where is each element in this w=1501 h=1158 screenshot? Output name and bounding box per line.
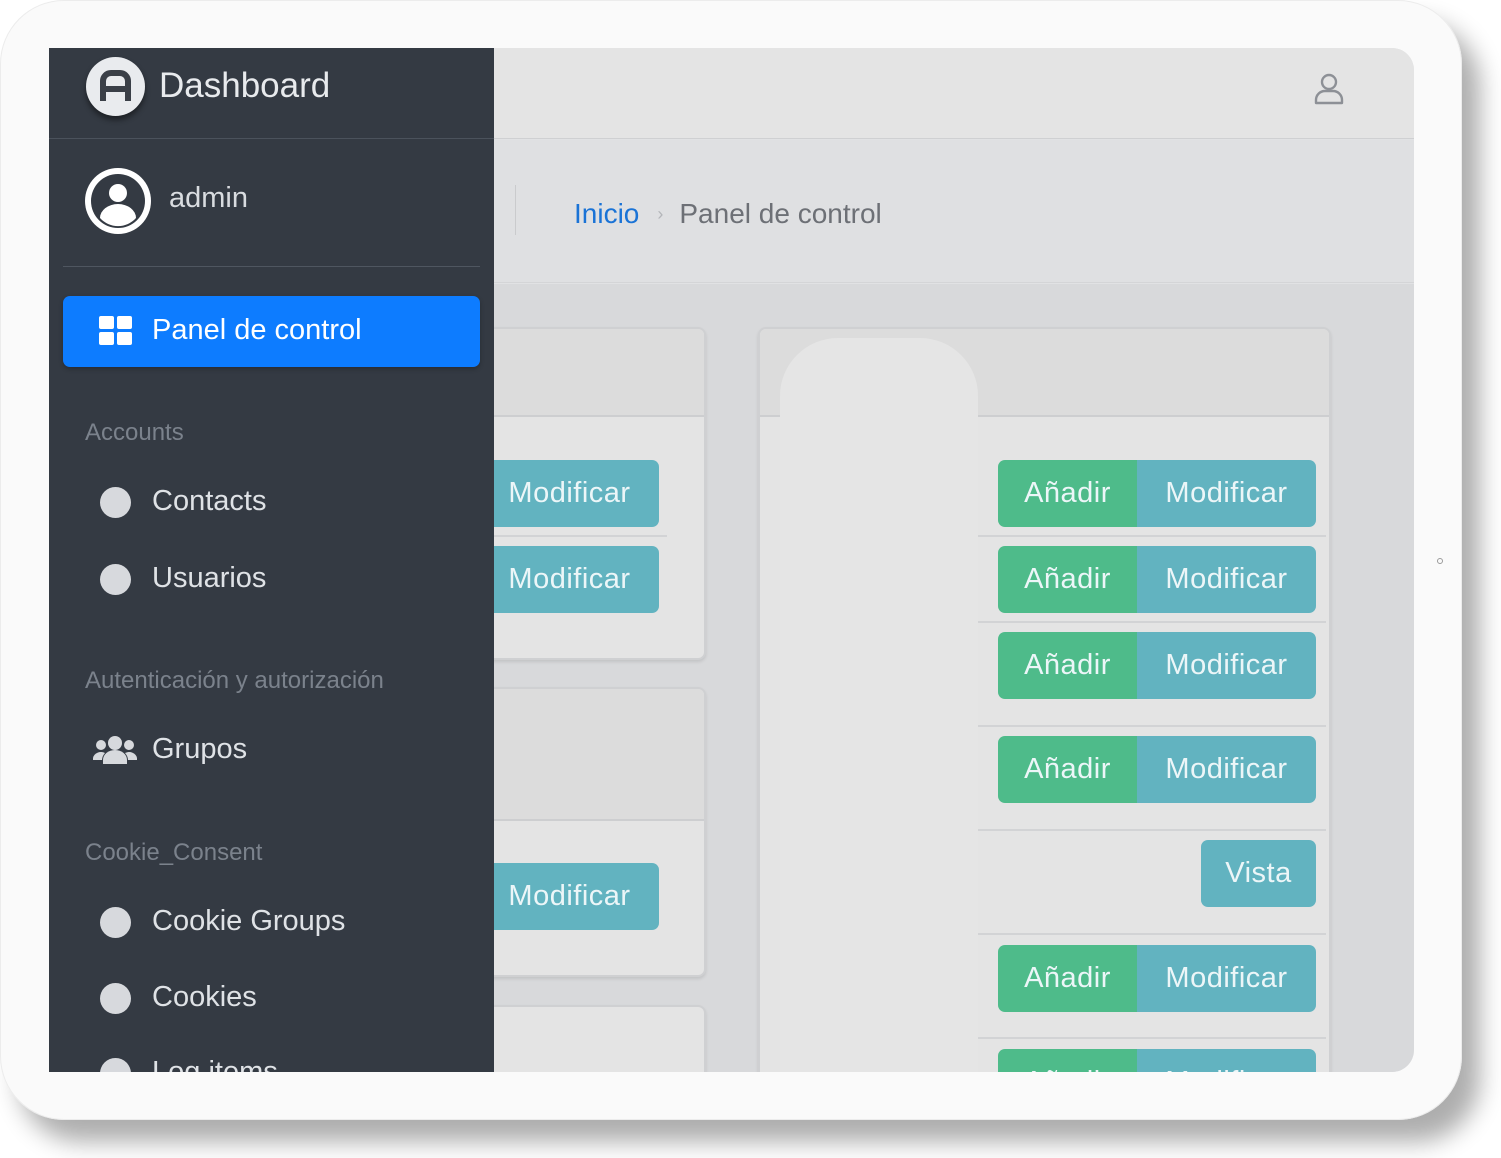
circle-icon [100, 983, 131, 1014]
modify-button[interactable]: Modificar [480, 460, 659, 527]
sidebar-item-label: Contacts [152, 485, 267, 517]
add-button[interactable]: Añadir [998, 1049, 1137, 1072]
app-screen: Inicio › Panel de control Modificar Modi… [49, 48, 1414, 1072]
table-row-divider [489, 535, 667, 537]
sidebar-item-log-items[interactable]: Log items [63, 1044, 480, 1072]
overlay-highlight [780, 338, 978, 1072]
table-row-divider [978, 1037, 1326, 1039]
breadcrumb-current: Panel de control [679, 198, 882, 229]
card-header [471, 689, 704, 821]
header-divider [515, 185, 516, 235]
modify-button[interactable]: Modificar [1137, 1049, 1316, 1072]
modify-button[interactable]: Modificar [1137, 546, 1316, 613]
sidebar-item-label: Usuarios [152, 562, 267, 594]
modify-button[interactable]: Modificar [1137, 460, 1316, 527]
circle-icon [100, 907, 131, 938]
brand-link[interactable]: Dashboard [49, 48, 494, 139]
nav-header-cookie-consent: Cookie_Consent [85, 839, 263, 866]
nav-header-accounts: Accounts [85, 419, 184, 446]
breadcrumb: Inicio › Panel de control [574, 198, 882, 230]
sidebar-item-grupos[interactable]: Grupos [63, 721, 480, 781]
table-row-divider [978, 933, 1326, 935]
table-row-divider [978, 725, 1326, 727]
user-avatar-icon [85, 168, 151, 234]
circle-icon [100, 564, 131, 595]
nav-header-auth: Autenticación y autorización [85, 667, 384, 694]
circle-icon [100, 1058, 131, 1072]
device-sensor-dot [1437, 558, 1443, 564]
modify-button[interactable]: Modificar [1137, 736, 1316, 803]
sidebar-item-label: Log items [152, 1056, 278, 1072]
modify-button[interactable]: Modificar [1137, 945, 1316, 1012]
sidebar-item-cookies[interactable]: Cookies [63, 969, 480, 1029]
table-row-divider [978, 535, 1326, 537]
sidebar-item-label: Cookie Groups [152, 905, 346, 937]
user-outline-icon[interactable] [1312, 72, 1346, 106]
add-button[interactable]: Añadir [998, 460, 1137, 527]
grid-icon [99, 316, 132, 345]
add-button[interactable]: Añadir [998, 945, 1137, 1012]
brand-logo [86, 57, 145, 116]
modify-button[interactable]: Modificar [480, 546, 659, 613]
sidebar-item-label: Cookies [152, 981, 257, 1013]
table-row-divider [978, 621, 1326, 623]
user-panel[interactable]: admin [63, 140, 480, 267]
sidebar-item-panel-de-control[interactable]: Panel de control [63, 296, 480, 367]
card-header [471, 329, 704, 417]
view-button[interactable]: Vista [1201, 840, 1316, 907]
add-button[interactable]: Añadir [998, 546, 1137, 613]
add-button[interactable]: Añadir [998, 736, 1137, 803]
app-card [469, 687, 706, 977]
app-card [469, 1005, 706, 1072]
sidebar-item-label: Grupos [152, 733, 248, 765]
users-icon [93, 736, 137, 764]
breadcrumb-separator: › [657, 203, 664, 224]
sidebar-item-contacts[interactable]: Contacts [63, 473, 480, 533]
sidebar: Dashboard admin Panel de control Account… [49, 48, 494, 1072]
user-name: admin [169, 182, 248, 214]
logo-a-icon [100, 70, 131, 101]
modify-button[interactable]: Modificar [1137, 632, 1316, 699]
table-row-divider [978, 829, 1326, 831]
brand-title: Dashboard [159, 66, 331, 105]
circle-icon [100, 487, 131, 518]
sidebar-item-cookie-groups[interactable]: Cookie Groups [63, 893, 480, 953]
breadcrumb-home-link[interactable]: Inicio [574, 198, 639, 230]
modify-button[interactable]: Modificar [480, 863, 659, 930]
sidebar-item-usuarios[interactable]: Usuarios [63, 550, 480, 610]
add-button[interactable]: Añadir [998, 632, 1137, 699]
sidebar-item-label: Panel de control [152, 314, 362, 346]
